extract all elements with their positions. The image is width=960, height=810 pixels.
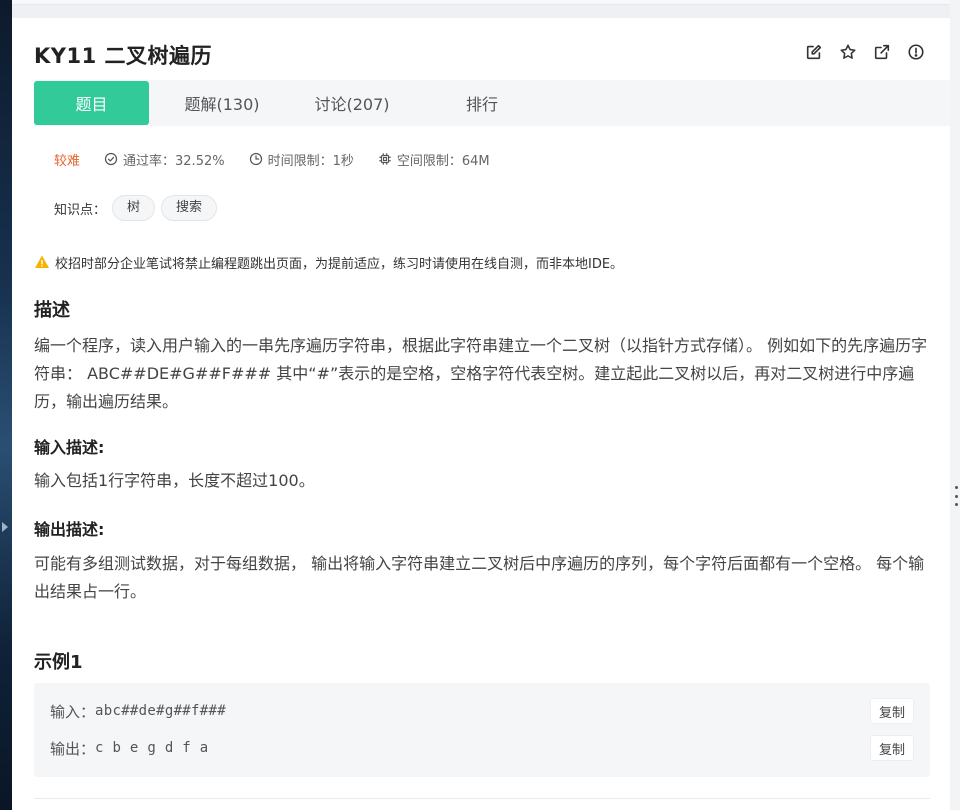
problem-meta: 较难 通过率：32.52% 时间限制：1秒 空间限制：64M	[54, 148, 514, 170]
tag-tree[interactable]: 树	[112, 195, 156, 221]
notice-text: 校招时部分企业笔试将禁止编程题跳出页面，为提前适应，练习时请使用在线自测，而非本…	[55, 256, 624, 272]
edit-icon[interactable]	[804, 42, 824, 62]
exam-notice: 校招时部分企业笔试将禁止编程题跳出页面，为提前适应，练习时请使用在线自测，而非本…	[34, 252, 623, 272]
input-description-heading: 输入描述:	[34, 438, 105, 457]
example-heading: 示例1	[34, 652, 83, 673]
example-input-line: 输入： abc##de#g##f###	[50, 698, 226, 724]
collapse-arrow-icon[interactable]	[2, 522, 8, 532]
page-title: KY11 二叉树遍历	[34, 44, 213, 68]
header-actions	[804, 42, 926, 62]
time-limit-text: 时间限制：1秒	[267, 153, 354, 169]
time-limit: 时间限制：1秒	[249, 150, 354, 169]
chip-icon	[379, 153, 391, 165]
knowledge-label: 知识点：	[54, 202, 107, 218]
desktop-background-strip	[0, 0, 12, 810]
example-box: 输入： abc##de#g##f### 复制 输出： c b e g d f a…	[34, 683, 930, 777]
output-description-heading: 输出描述:	[34, 520, 105, 539]
example-output-line: 输出： c b e g d f a	[50, 735, 209, 761]
example-output-value: c b e g d f a	[95, 740, 209, 756]
right-scroll-gutter	[950, 0, 960, 810]
example-input-label: 输入：	[50, 702, 96, 721]
external-link-icon[interactable]	[872, 42, 892, 62]
pass-rate: 通过率：32.52%	[104, 150, 225, 169]
tab-solutions[interactable]: 题解(130)	[162, 81, 282, 125]
example-input-value: abc##de#g##f###	[95, 703, 226, 719]
tab-problem[interactable]: 题目	[34, 81, 149, 125]
top-bar	[12, 0, 950, 5]
knowledge-tags: 知识点： 树 搜索	[54, 194, 218, 222]
output-description-text: 可能有多组测试数据，对于每组数据， 输出将输入字符串建立二叉树后中序遍历的序列，…	[34, 554, 925, 601]
description-heading: 描述	[34, 300, 70, 321]
star-icon[interactable]	[838, 42, 858, 62]
clock-icon	[249, 152, 262, 166]
check-circle-icon	[104, 152, 118, 166]
description-text: 编一个程序，读入用户输入的一串先序遍历字符串，根据此字符串建立一个二叉树（以指针…	[34, 336, 928, 411]
tab-ranking[interactable]: 排行	[422, 81, 542, 125]
divider	[34, 798, 930, 799]
memory-limit-text: 空间限制：64M	[396, 153, 490, 169]
tag-search[interactable]: 搜索	[161, 195, 218, 221]
title-row: KY11 二叉树遍历	[34, 40, 212, 70]
input-description-text: 输入包括1行字符串，长度不超过100。	[34, 471, 315, 490]
more-vertical-icon[interactable]	[954, 486, 958, 506]
problem-panel: KY11 二叉树遍历 题目 题解(130) 讨论(207) 排行 较难 通过率：…	[12, 18, 950, 810]
copy-input-button[interactable]: 复制	[870, 698, 914, 724]
pass-rate-text: 通过率：32.52%	[123, 153, 225, 169]
tab-discussion[interactable]: 讨论(207)	[292, 81, 412, 125]
tabs-bar: 题目 题解(130) 讨论(207) 排行	[34, 80, 950, 126]
warning-icon	[35, 255, 49, 268]
example-output-label: 输出：	[50, 739, 96, 758]
memory-limit: 空间限制：64M	[378, 150, 490, 169]
difficulty-badge: 较难	[54, 153, 81, 169]
copy-output-button[interactable]: 复制	[870, 735, 914, 761]
info-icon[interactable]	[906, 42, 926, 62]
